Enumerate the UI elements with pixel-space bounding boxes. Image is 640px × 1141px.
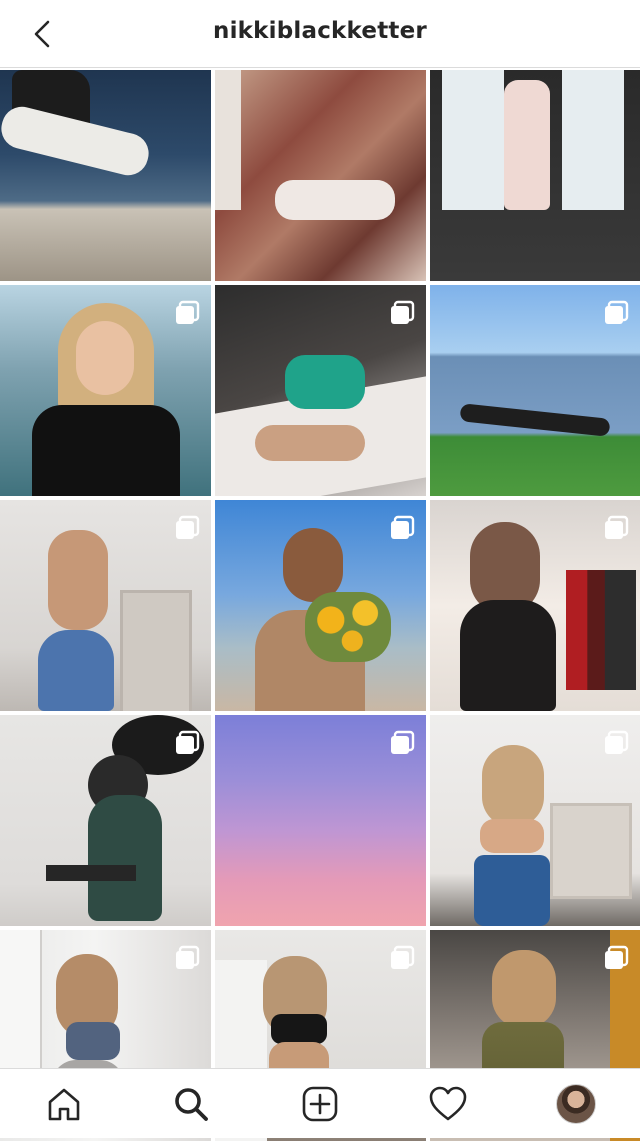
photo-subject xyxy=(255,425,365,461)
multiple-posts-icon xyxy=(605,730,629,754)
multiple-posts-icon xyxy=(176,515,200,539)
nav-activity[interactable] xyxy=(427,1083,469,1125)
top-bar: nikkiblackketter xyxy=(0,0,640,68)
photo-subject xyxy=(271,1014,327,1044)
search-icon xyxy=(175,1088,208,1121)
post-tile-12[interactable] xyxy=(430,715,640,926)
post-tile-7[interactable] xyxy=(0,500,211,711)
photo-subject xyxy=(66,1022,120,1060)
photo-subject xyxy=(460,600,556,711)
photo-subject xyxy=(480,819,544,853)
nav-search[interactable] xyxy=(170,1083,212,1125)
photo-subject xyxy=(442,70,504,210)
post-tile-3[interactable] xyxy=(430,70,640,281)
multiple-posts-icon xyxy=(391,515,415,539)
multiple-posts-icon xyxy=(605,945,629,969)
photo-subject xyxy=(38,630,114,711)
home-icon xyxy=(48,1088,80,1121)
profile-avatar xyxy=(556,1084,596,1124)
post-tile-11[interactable] xyxy=(215,715,426,926)
photo-subject xyxy=(215,70,241,210)
bottom-nav xyxy=(0,1068,640,1138)
photo-subject xyxy=(482,745,544,827)
nav-home[interactable] xyxy=(43,1083,85,1125)
photo-subject xyxy=(283,528,343,602)
activity-heart-icon xyxy=(429,1086,467,1121)
photo-subject xyxy=(504,80,550,210)
post-grid xyxy=(0,70,640,1141)
multiple-posts-icon xyxy=(605,515,629,539)
post-tile-5[interactable] xyxy=(215,285,426,496)
photo-subject xyxy=(550,803,632,899)
multiple-posts-icon xyxy=(176,300,200,324)
photo-subject xyxy=(562,70,624,210)
photo-subject xyxy=(76,321,134,395)
post-tile-6[interactable] xyxy=(430,285,640,496)
photo-subject xyxy=(285,355,365,409)
photo-subject xyxy=(459,403,611,437)
post-tile-4[interactable] xyxy=(0,285,211,496)
multiple-posts-icon xyxy=(391,945,415,969)
post-tile-1[interactable] xyxy=(0,70,211,281)
photo-subject xyxy=(566,570,636,690)
photo-subject xyxy=(275,180,395,220)
photo-subject xyxy=(88,795,162,921)
multiple-posts-icon xyxy=(605,300,629,324)
multiple-posts-icon xyxy=(176,945,200,969)
photo-subject xyxy=(305,592,391,662)
profile-username-title: nikkiblackketter xyxy=(213,18,427,44)
post-tile-10[interactable] xyxy=(0,715,211,926)
photo-subject xyxy=(120,590,192,711)
multiple-posts-icon xyxy=(176,730,200,754)
multiple-posts-icon xyxy=(391,730,415,754)
photo-subject xyxy=(48,530,108,630)
photo-subject xyxy=(492,950,556,1028)
post-tile-9[interactable] xyxy=(430,500,640,711)
photo-subject xyxy=(46,865,136,881)
nav-new-post[interactable] xyxy=(299,1083,341,1125)
photo-subject xyxy=(32,405,180,496)
post-tile-2[interactable] xyxy=(215,70,426,281)
nav-profile[interactable] xyxy=(555,1083,597,1125)
new-post-icon xyxy=(302,1086,338,1122)
multiple-posts-icon xyxy=(391,300,415,324)
post-tile-8[interactable] xyxy=(215,500,426,711)
photo-subject xyxy=(474,855,550,926)
